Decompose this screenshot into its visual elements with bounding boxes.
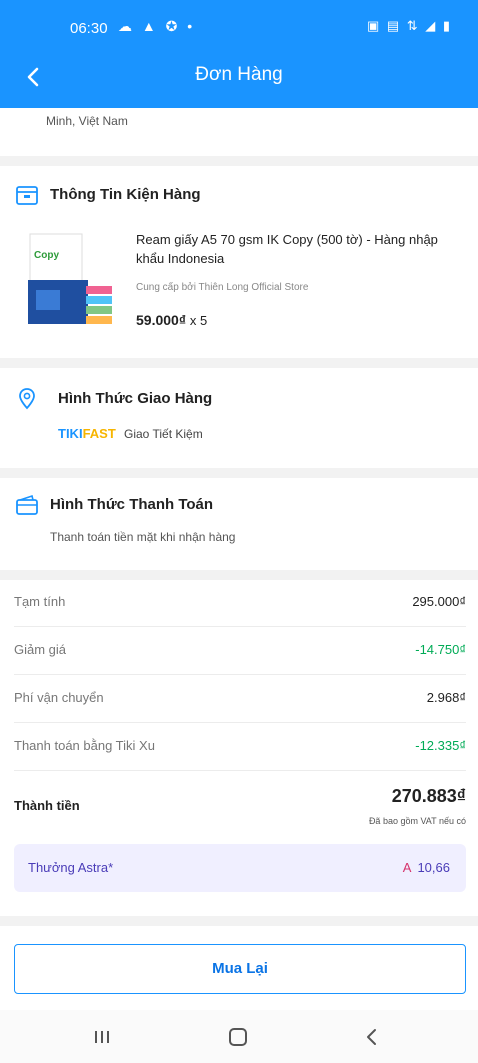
summary-row-shipping-fee: Phí vận chuyển 2.968₫ [14, 690, 466, 710]
shipping-method-desc: Giao Tiết Kiệm [124, 427, 203, 441]
divider [14, 674, 466, 675]
tikifast-logo-tiki: TIKI [58, 426, 83, 441]
summary-label: Phí vận chuyển [14, 690, 104, 705]
rebuy-button[interactable]: Mua Lại [14, 944, 466, 994]
astra-reward-value: 10,66 [417, 860, 450, 875]
order-summary-section: Tạm tính 295.000₫ Giảm giá -14.750₫ Phí … [0, 580, 478, 916]
package-icon [14, 182, 40, 208]
product-store: Cung cấp bởi Thiên Long Official Store [136, 282, 309, 293]
wallet-icon [14, 492, 40, 518]
page-title: Đơn Hàng [195, 64, 283, 85]
summary-row-tiki-xu: Thanh toán bằng Tiki Xu -12.335₫ [14, 738, 466, 758]
divider [14, 770, 466, 771]
summary-row-discount: Giảm giá -14.750₫ [14, 642, 466, 662]
summary-value: -14.750₫ [415, 642, 466, 657]
home-icon[interactable] [218, 1022, 258, 1052]
total-value: 270.883₫ [391, 786, 466, 806]
payment-method-section: Hình Thức Thanh Toán Thanh toán tiền mặt… [0, 478, 478, 570]
summary-label: Tạm tính [14, 594, 66, 609]
status-system-icons: ▣ ▤ ⇅ ◢ ▮ [366, 18, 452, 33]
summary-value: 2.968₫ [426, 690, 466, 705]
address-section: Minh, Việt Nam [0, 108, 478, 156]
location-pin-icon [14, 386, 40, 412]
summary-value: 295.000₫ [412, 594, 466, 609]
summary-label: Thanh toán bằng Tiki Xu [14, 738, 155, 753]
product-quantity: x 5 [189, 313, 208, 328]
svg-text:Copy: Copy [34, 250, 59, 261]
astra-reward-value-wrap: A 10,66 [403, 860, 450, 875]
status-bar: 06:30 ☁ ▲ ✪ • ▣ ▤ ⇅ ◢ ▮ [0, 0, 478, 44]
vat-note: Đã bao gồm VAT nếu có [368, 816, 466, 826]
astra-reward-label: Thưởng Astra* [28, 860, 114, 875]
tikifast-logo-fast: FAST [82, 426, 116, 441]
status-notification-icons: ☁ ▲ ✪ • [118, 18, 196, 34]
astra-icon: A [402, 860, 412, 875]
summary-row-subtotal: Tạm tính 295.000₫ [14, 594, 466, 614]
divider [14, 722, 466, 723]
divider [14, 626, 466, 627]
package-info-title: Thông Tin Kiện Hàng [50, 186, 201, 203]
product-unit-price: 59.000₫ [136, 312, 187, 328]
action-bar: Mua Lại [0, 926, 478, 1010]
tikifast-logo: TIKIFAST [58, 426, 116, 441]
package-info-section: Thông Tin Kiện Hàng Copy Ream giấy A5 70… [0, 166, 478, 358]
summary-label: Giảm giá [14, 642, 67, 657]
back-nav-icon[interactable] [352, 1022, 392, 1052]
payment-method-desc: Thanh toán tiền mặt khi nhận hàng [50, 530, 236, 544]
address-text: Minh, Việt Nam [46, 114, 128, 128]
payment-method-title: Hình Thức Thanh Toán [50, 496, 214, 513]
product-image[interactable]: Copy [24, 230, 116, 330]
product-price: 59.000₫ x 5 [136, 312, 207, 328]
shipping-method-title: Hình Thức Giao Hàng [58, 390, 213, 407]
astra-reward-box[interactable]: Thưởng Astra* A 10,66 [14, 844, 466, 892]
total-label: Thành tiền [14, 798, 80, 813]
shipping-method-section: Hình Thức Giao Hàng TIKIFAST Giao Tiết K… [0, 368, 478, 468]
app-header: 06:30 ☁ ▲ ✪ • ▣ ▤ ⇅ ◢ ▮ Đơn Hàng [0, 0, 478, 108]
status-time: 06:30 [70, 20, 108, 37]
system-navigation-bar [0, 1010, 478, 1063]
recent-apps-icon[interactable] [82, 1022, 122, 1052]
product-name[interactable]: Ream giấy A5 70 gsm IK Copy (500 tờ) - H… [136, 230, 456, 268]
summary-value: -12.335₫ [415, 738, 466, 753]
